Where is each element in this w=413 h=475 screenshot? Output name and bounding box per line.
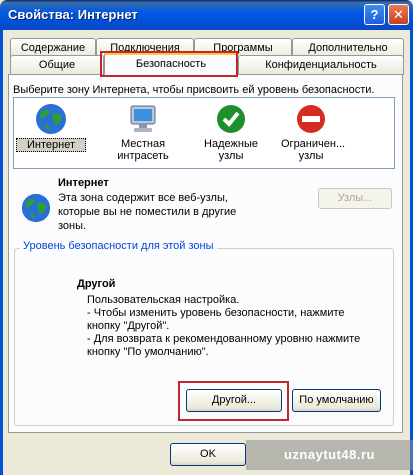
custom-level-button[interactable]: Другой...	[186, 389, 282, 412]
computer-icon	[130, 105, 156, 132]
zone-list: Интернет Местная интрасеть Надежные узлы…	[13, 97, 395, 169]
window-title: Свойства: Интернет	[8, 7, 138, 22]
zone-label: Местная интрасеть	[117, 138, 169, 162]
zone-label: Интернет	[16, 138, 86, 152]
level-name: Другой	[77, 278, 116, 290]
watermark: uznaytut48.ru	[246, 440, 413, 470]
sites-button[interactable]: Узлы...	[318, 188, 392, 209]
zone-info-title: Интернет	[58, 177, 109, 189]
checkmark-icon	[217, 105, 245, 133]
default-level-button[interactable]: По умолчанию	[292, 389, 381, 412]
globe-icon	[36, 104, 66, 134]
help-button[interactable]: ?	[364, 4, 385, 25]
level-description: Пользовательская настройка. - Чтобы изме…	[87, 294, 361, 358]
zone-label: Надежные узлы	[204, 138, 258, 162]
zone-info-description: Эта зона содержит все веб-узлы, которые …	[58, 192, 237, 232]
tab-security[interactable]: Безопасность	[104, 52, 238, 75]
zone-label: Ограничен... узлы	[281, 138, 346, 162]
zone-prompt: Выберите зону Интернета, чтобы присвоить…	[13, 84, 375, 96]
zone-internet[interactable]: Интернет	[16, 102, 86, 152]
ok-button[interactable]: OK	[170, 443, 246, 466]
zone-restricted[interactable]: Ограничен... узлы	[276, 102, 346, 162]
title-bar: Свойства: Интернет ? ✕	[0, 0, 413, 30]
tab-general[interactable]: Общие	[10, 55, 104, 75]
no-entry-icon	[297, 105, 325, 133]
zone-trusted[interactable]: Надежные узлы	[196, 102, 266, 162]
zone-intranet[interactable]: Местная интрасеть	[108, 102, 178, 162]
globe-icon	[21, 193, 51, 223]
tab-privacy[interactable]: Конфиденциальность	[238, 55, 404, 75]
security-level-label: Уровень безопасности для этой зоны	[20, 240, 217, 252]
close-button[interactable]: ✕	[388, 4, 409, 25]
